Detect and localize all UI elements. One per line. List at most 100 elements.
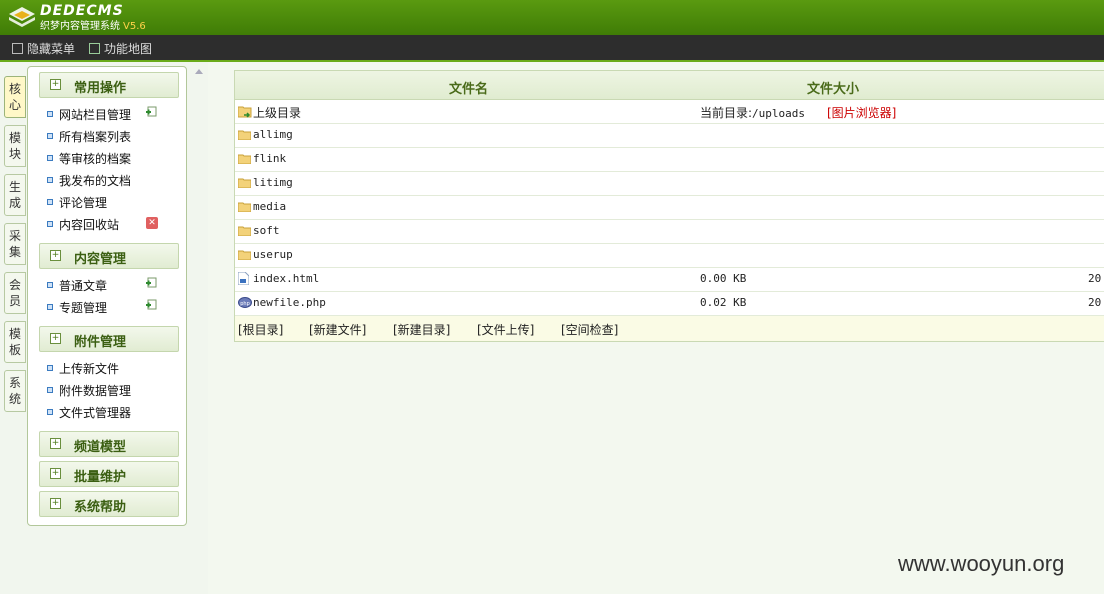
add-icon[interactable] xyxy=(145,277,157,289)
tab-modules[interactable]: 模块 xyxy=(4,125,26,167)
section-channel-model[interactable]: + 频道模型 xyxy=(39,431,179,457)
folder-icon xyxy=(238,202,251,212)
section-content-manage[interactable]: + 内容管理 xyxy=(39,243,179,269)
current-dir-label: 当前目录:/uploads xyxy=(700,104,805,121)
section-batch-maintain[interactable]: + 批量维护 xyxy=(39,461,179,487)
bullet-icon xyxy=(47,365,53,371)
tab-core-label: 核心 xyxy=(9,82,22,112)
section-title: 常用操作 xyxy=(74,81,127,96)
sidebar-item-my-documents[interactable]: 我发布的文档 xyxy=(47,172,131,189)
svg-text:php: php xyxy=(240,301,250,307)
tab-templates-label: 模板 xyxy=(9,327,22,357)
sidebar-item-file-manager[interactable]: 文件式管理器 xyxy=(47,404,131,421)
tab-collect[interactable]: 采集 xyxy=(4,223,26,265)
new-dir-link[interactable]: [新建目录] xyxy=(393,321,450,338)
file-size: 0.00 KB xyxy=(700,272,747,285)
tab-modules-label: 模块 xyxy=(9,131,22,161)
sidebar-item-column-manage[interactable]: 网站栏目管理 xyxy=(47,106,131,123)
section-title: 系统帮助 xyxy=(74,500,127,515)
tab-collect-label: 采集 xyxy=(9,229,22,259)
sidebar-item-upload-file[interactable]: 上传新文件 xyxy=(47,360,119,377)
dedecms-logo-icon xyxy=(9,7,35,27)
file-name-link[interactable]: newfile.php xyxy=(253,296,326,309)
file-name-link[interactable]: allimg xyxy=(253,128,293,141)
section-title: 内容管理 xyxy=(74,252,127,267)
tab-system-label: 系统 xyxy=(9,376,22,406)
hide-menu-icon xyxy=(12,43,23,54)
bullet-icon xyxy=(47,304,53,310)
section-attachments[interactable]: + 附件管理 xyxy=(39,326,179,352)
section-title: 批量维护 xyxy=(74,470,127,485)
folder-icon xyxy=(238,154,251,164)
clear-recycle-icon[interactable]: ✕ xyxy=(146,217,158,229)
table-row: allimg xyxy=(235,124,1104,148)
current-dir-prefix: 当前目录: xyxy=(700,106,753,120)
file-name-link[interactable]: index.html xyxy=(253,272,319,285)
folder-icon xyxy=(238,250,251,260)
tab-members-label: 会员 xyxy=(9,278,22,308)
section-title: 频道模型 xyxy=(74,440,127,455)
item-label: 网站栏目管理 xyxy=(59,108,132,122)
parent-dir-link[interactable]: 上级目录 xyxy=(253,104,301,121)
bullet-icon xyxy=(47,199,53,205)
file-name-link[interactable]: media xyxy=(253,200,286,213)
hide-menu-button[interactable]: 隐藏菜单 xyxy=(12,40,75,57)
table-row: litimg xyxy=(235,172,1104,196)
item-label: 附件数据管理 xyxy=(59,384,132,398)
folder-icon xyxy=(238,178,251,188)
file-name-link[interactable]: userup xyxy=(253,248,293,261)
item-label: 专题管理 xyxy=(59,301,108,315)
section-common-ops[interactable]: + 常用操作 xyxy=(39,72,179,98)
bullet-icon xyxy=(47,221,53,227)
function-map-label: 功能地图 xyxy=(104,42,153,56)
folder-icon xyxy=(238,130,251,140)
scroll-up-arrow-icon[interactable] xyxy=(195,69,203,74)
table-row: userup xyxy=(235,244,1104,268)
expand-icon: + xyxy=(50,498,61,509)
upload-file-link[interactable]: [文件上传] xyxy=(477,321,534,338)
bullet-icon xyxy=(47,133,53,139)
tab-templates[interactable]: 模板 xyxy=(4,321,26,363)
bullet-icon xyxy=(47,155,53,161)
sidebar-item-articles[interactable]: 普通文章 xyxy=(47,277,107,294)
table-row: php newfile.php 0.02 KB 20 xyxy=(235,292,1104,316)
new-file-link[interactable]: [新建文件] xyxy=(309,321,366,338)
sidebar-item-recycle-bin[interactable]: 内容回收站 xyxy=(47,216,119,233)
sidebar-item-attachment-data[interactable]: 附件数据管理 xyxy=(47,382,131,399)
root-dir-link[interactable]: [根目录] xyxy=(238,321,283,338)
table-header: 文件名 文件大小 xyxy=(235,71,1104,100)
expand-icon: + xyxy=(50,250,61,261)
bullet-icon xyxy=(47,282,53,288)
table-row: flink xyxy=(235,148,1104,172)
watermark: www.wooyun.org xyxy=(898,551,1065,576)
hide-menu-label: 隐藏菜单 xyxy=(27,42,76,56)
file-name-link[interactable]: flink xyxy=(253,152,286,165)
bullet-icon xyxy=(47,387,53,393)
sidebar-item-pending-review[interactable]: 等审核的档案 xyxy=(47,150,131,167)
tab-members[interactable]: 会员 xyxy=(4,272,26,314)
sidebar-item-topics[interactable]: 专题管理 xyxy=(47,299,107,316)
function-map-button[interactable]: 功能地图 xyxy=(89,40,152,57)
sidebar-menu: + 常用操作 网站栏目管理 所有档案列表 等审核的档案 我发布的文档 评论管理 内… xyxy=(27,66,187,526)
vertical-tab-strip: 核心 模块 生成 采集 会员 模板 系统 xyxy=(4,76,26,419)
section-title: 附件管理 xyxy=(74,335,127,350)
file-time: 20 xyxy=(1088,272,1102,285)
folder-up-icon[interactable] xyxy=(238,105,252,118)
add-icon[interactable] xyxy=(145,106,157,118)
file-name-link[interactable]: litimg xyxy=(253,176,293,189)
tab-system[interactable]: 系统 xyxy=(4,370,26,412)
item-label: 等审核的档案 xyxy=(59,152,132,166)
file-manager-table: 文件名 文件大小 上级目录 当前目录:/uploads [图片浏览器] alli… xyxy=(234,70,1104,342)
space-check-link[interactable]: [空间检查] xyxy=(561,321,618,338)
file-name-link[interactable]: soft xyxy=(253,224,280,237)
section-system-help[interactable]: + 系统帮助 xyxy=(39,491,179,517)
item-label: 上传新文件 xyxy=(59,362,120,376)
sidebar-item-comments[interactable]: 评论管理 xyxy=(47,194,107,211)
sidebar-item-all-archives[interactable]: 所有档案列表 xyxy=(47,128,131,145)
expand-icon: + xyxy=(50,333,61,344)
add-icon[interactable] xyxy=(145,299,157,311)
tab-generate[interactable]: 生成 xyxy=(4,174,26,216)
image-browser-link[interactable]: [图片浏览器] xyxy=(827,104,896,121)
tab-core[interactable]: 核心 xyxy=(4,76,26,118)
bullet-icon xyxy=(47,111,53,117)
